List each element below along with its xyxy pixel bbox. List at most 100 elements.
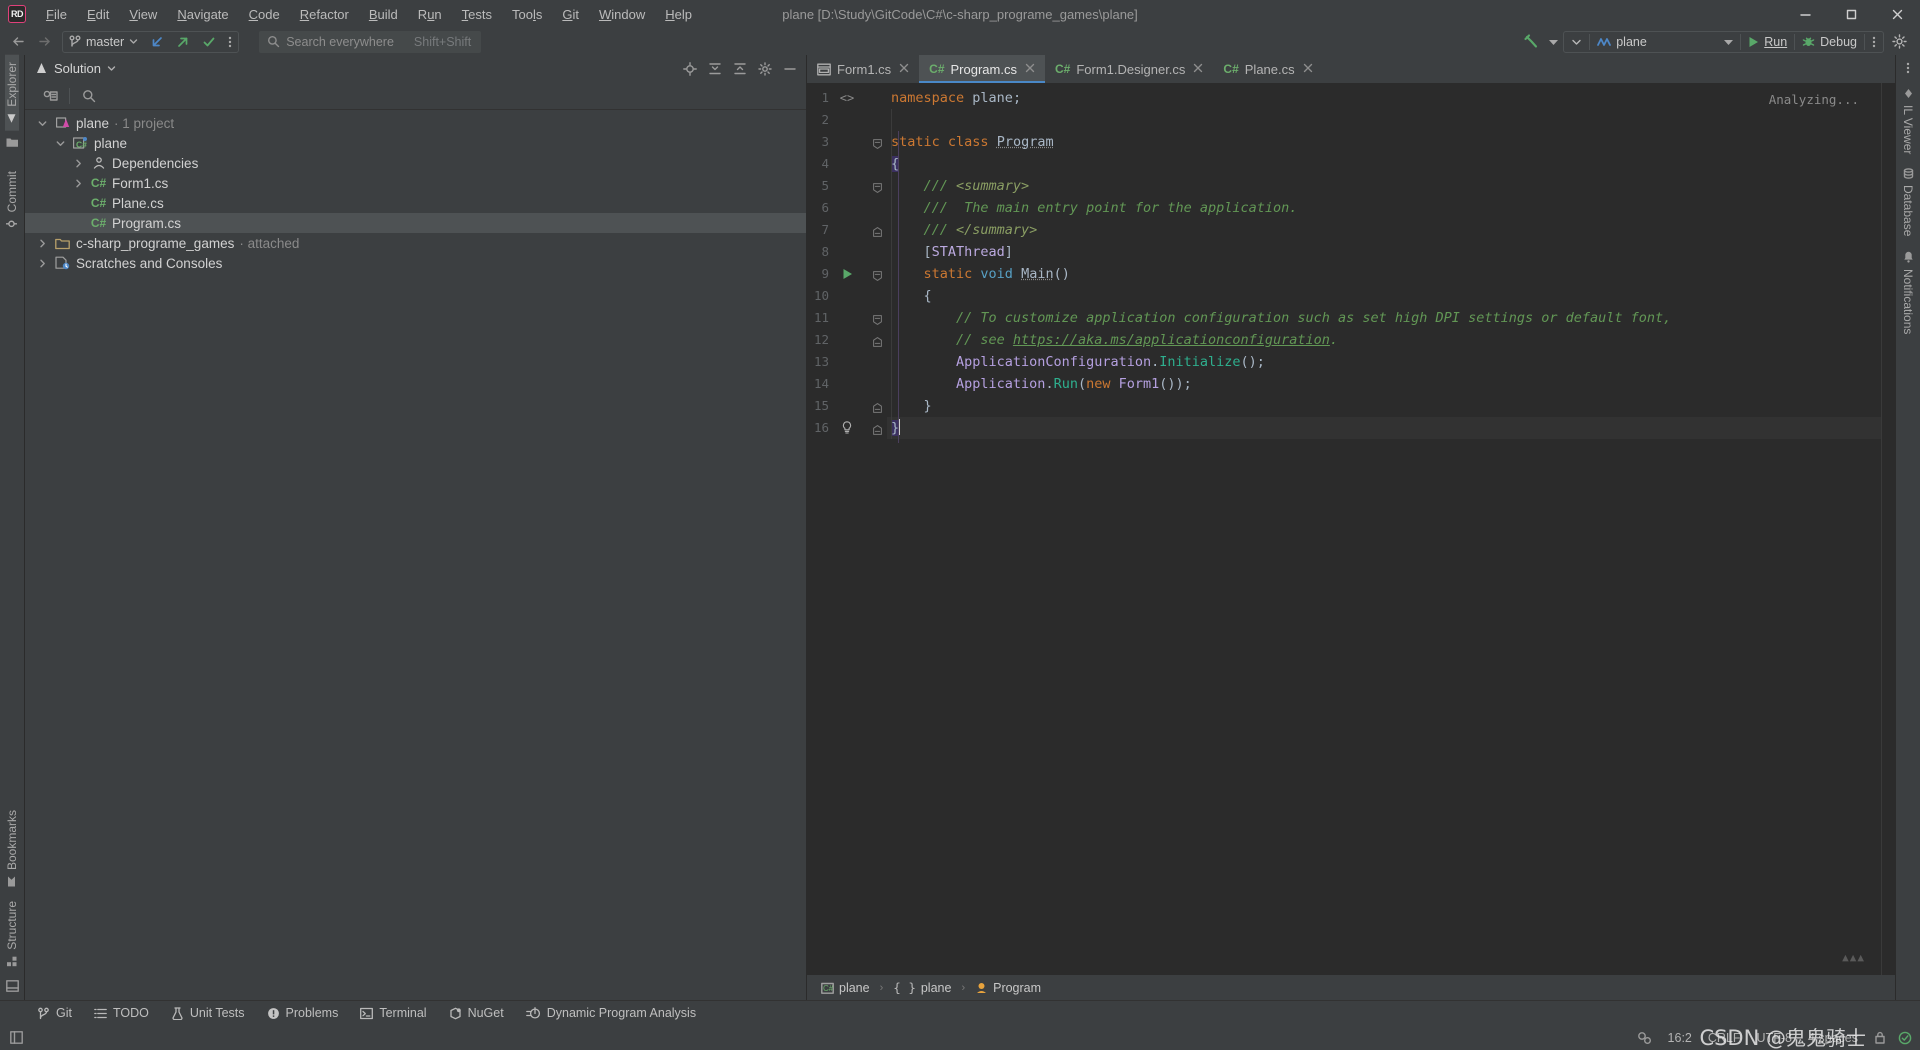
- code-fold-icon[interactable]: [869, 269, 885, 284]
- bottom-tool-unit-tests[interactable]: Unit Tests: [160, 1001, 256, 1026]
- solution-tree-item-plane[interactable]: plane · 1 project: [25, 113, 806, 133]
- close-tab-icon[interactable]: [1193, 62, 1203, 76]
- breadcrumb-item-namespace[interactable]: { } plane: [889, 978, 955, 997]
- solution-tree-item-program-cs[interactable]: C# Program.cs: [25, 213, 806, 233]
- solution-tree-item-plane[interactable]: C# plane: [25, 133, 806, 153]
- breadcrumb-item-project[interactable]: C# plane: [817, 979, 874, 997]
- chevron-right-icon[interactable]: [71, 159, 85, 168]
- hide-panel-icon[interactable]: [779, 58, 801, 80]
- maximize-button[interactable]: [1828, 0, 1874, 28]
- code-fold-icon[interactable]: [869, 137, 885, 152]
- solution-tree-item-scratches-and-consoles[interactable]: Scratches and Consoles: [25, 253, 806, 273]
- vcs-push-button[interactable]: [170, 32, 196, 52]
- show-all-files-icon[interactable]: [33, 84, 67, 108]
- chevron-right-icon[interactable]: [35, 259, 49, 268]
- inspection-widget-icon[interactable]: [1898, 1031, 1912, 1045]
- background-tasks-icon[interactable]: [1637, 1031, 1652, 1045]
- chevron-right-icon[interactable]: [71, 179, 85, 188]
- menu-code[interactable]: Code: [239, 3, 290, 26]
- editor-layout-icon[interactable]: [10, 1031, 23, 1044]
- chevron-down-icon[interactable]: [53, 140, 67, 147]
- close-tab-icon[interactable]: [1025, 62, 1035, 76]
- caret-position[interactable]: 16:2: [1668, 1031, 1692, 1045]
- chevron-right-icon[interactable]: [35, 239, 49, 248]
- minimize-button[interactable]: [1782, 0, 1828, 28]
- bottom-tool-dynamic-program-analysis[interactable]: Dynamic Program Analysis: [515, 1001, 707, 1026]
- git-branch-widget[interactable]: master: [63, 32, 144, 52]
- run-config-expand-button[interactable]: [1564, 32, 1589, 52]
- project-folder-icon[interactable]: [6, 131, 19, 154]
- menu-window[interactable]: Window: [589, 3, 655, 26]
- solution-tree-item-c-sharp-programe-games[interactable]: c-sharp_programe_games · attached: [25, 233, 806, 253]
- build-hammer-icon[interactable]: [1519, 31, 1543, 53]
- bottom-tool-label: Unit Tests: [189, 1006, 245, 1020]
- menu-view[interactable]: View: [119, 3, 167, 26]
- menu-git[interactable]: Git: [552, 3, 589, 26]
- debug-button[interactable]: Debug: [1795, 32, 1864, 52]
- navigate-forward-icon[interactable]: [32, 31, 56, 53]
- bottom-tool-problems[interactable]: Problems: [256, 1001, 350, 1026]
- menu-build[interactable]: Build: [359, 3, 408, 26]
- menu-tests[interactable]: Tests: [452, 3, 502, 26]
- expand-all-icon[interactable]: [704, 58, 726, 80]
- intention-bulb-icon[interactable]: [839, 421, 855, 437]
- solution-tree-item-form1-cs[interactable]: C# Form1.cs: [25, 173, 806, 193]
- vcs-update-button[interactable]: [144, 32, 170, 52]
- menu-navigate[interactable]: Navigate: [167, 3, 238, 26]
- editor-gutter[interactable]: 1 2 3 4 5 6 7 8 9 10 11 12 13 14 15 16 <>: [807, 83, 887, 975]
- vcs-more-button[interactable]: [222, 32, 238, 52]
- solution-tree-item-dependencies[interactable]: Dependencies: [25, 153, 806, 173]
- search-everywhere-field[interactable]: Search everywhere Shift+Shift: [259, 30, 482, 53]
- code-fold-icon[interactable]: [869, 313, 885, 328]
- close-tab-icon[interactable]: [1303, 62, 1313, 76]
- code-fold-icon[interactable]: [869, 401, 885, 416]
- sidebar-tab-structure[interactable]: Structure: [5, 894, 19, 974]
- error-stripe-scrollbar[interactable]: [1881, 83, 1895, 975]
- bottom-window-icon[interactable]: [5, 974, 19, 1000]
- code-fold-icon[interactable]: [869, 181, 885, 196]
- run-more-button[interactable]: [1865, 32, 1883, 52]
- editor-tab-program-cs[interactable]: C# Program.cs: [919, 55, 1045, 83]
- solution-search-icon[interactable]: [72, 84, 106, 108]
- bottom-tool-git[interactable]: Git: [26, 1001, 83, 1026]
- sidebar-tab-database[interactable]: Database: [1901, 161, 1915, 243]
- vcs-commit-button[interactable]: [196, 32, 222, 52]
- run-gutter-icon[interactable]: [839, 268, 855, 283]
- collapse-all-icon[interactable]: [729, 58, 751, 80]
- menu-file[interactable]: File: [36, 3, 77, 26]
- sidebar-tab-notifications[interactable]: Notifications: [1901, 244, 1915, 341]
- menu-help[interactable]: Help: [655, 3, 702, 26]
- settings-gear-icon[interactable]: [1886, 31, 1912, 53]
- breadcrumb-item-class[interactable]: Program: [971, 979, 1045, 997]
- solution-tree-item-plane-cs[interactable]: C# Plane.cs: [25, 193, 806, 213]
- code-fold-icon[interactable]: [869, 225, 885, 240]
- bottom-tool-terminal[interactable]: Terminal: [349, 1001, 437, 1026]
- solution-settings-icon[interactable]: [754, 58, 776, 80]
- editor-tab-form1-cs[interactable]: Form1.cs: [807, 55, 919, 83]
- menu-run[interactable]: Run: [408, 3, 452, 26]
- sidebar-tab-commit[interactable]: Commit: [5, 164, 19, 236]
- menu-tools[interactable]: Tools: [502, 3, 552, 26]
- menu-refactor[interactable]: Refactor: [290, 3, 359, 26]
- sidebar-tab-bookmarks[interactable]: Bookmarks: [5, 803, 19, 894]
- build-dropdown-icon[interactable]: [1545, 31, 1561, 53]
- menu-edit[interactable]: Edit: [77, 3, 119, 26]
- lock-icon[interactable]: [1874, 1031, 1886, 1044]
- locate-file-icon[interactable]: [679, 58, 701, 80]
- editor-tab-plane-cs[interactable]: C# Plane.cs: [1213, 55, 1322, 83]
- sidebar-tab-il-viewer[interactable]: IL Viewer: [1901, 81, 1915, 161]
- code-fold-icon[interactable]: [869, 335, 885, 350]
- editor-tab-form1-designer-cs[interactable]: C# Form1.Designer.cs: [1045, 55, 1213, 83]
- sidebar-tab-explorer[interactable]: Explorer: [5, 55, 19, 131]
- bottom-tool-todo[interactable]: TODO: [83, 1001, 160, 1026]
- run-config-selector[interactable]: plane: [1590, 32, 1740, 52]
- close-button[interactable]: [1874, 0, 1920, 28]
- navigate-back-icon[interactable]: [6, 31, 30, 53]
- code-view[interactable]: namespace plane; static class Program { …: [887, 83, 1881, 975]
- right-more-icon[interactable]: [1906, 55, 1910, 81]
- code-fold-icon[interactable]: [869, 423, 885, 438]
- chevron-down-icon[interactable]: [35, 120, 49, 127]
- close-tab-icon[interactable]: [899, 62, 909, 76]
- run-button[interactable]: Run: [1741, 32, 1794, 52]
- bottom-tool-nuget[interactable]: NuGet: [438, 1001, 515, 1026]
